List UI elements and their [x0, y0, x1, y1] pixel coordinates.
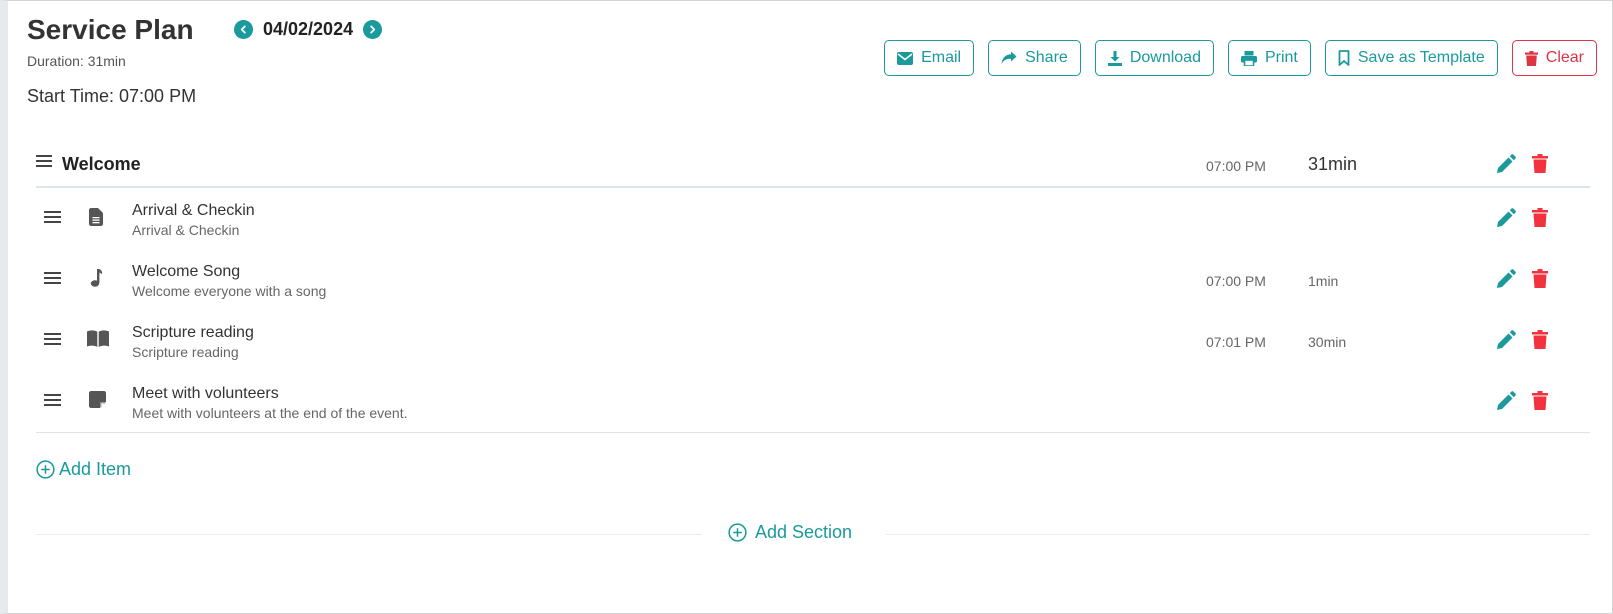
save-as-template-button[interactable]: Save as Template: [1324, 40, 1498, 76]
plan-section-list: Welcome 07:00 PM 31min Arrival & Checkin…: [36, 146, 1590, 433]
share-label: Share: [1025, 49, 1068, 66]
edit-item-pencil-icon[interactable]: [1496, 269, 1516, 294]
plus-circle-icon: [728, 523, 747, 542]
bookmark-icon: [1338, 50, 1350, 66]
add-section-row: Add Section: [36, 522, 1590, 546]
toolbar: Email Share Download Print Save as Templ…: [884, 40, 1597, 76]
delete-section-trash-icon[interactable]: [1532, 154, 1548, 178]
item-title: Meet with volunteers: [132, 385, 279, 402]
sticky-note-icon: [89, 391, 106, 413]
trash-icon: [1524, 50, 1538, 66]
list-item[interactable]: Welcome Song Welcome everyone with a son…: [36, 249, 1590, 310]
chevron-left-icon: [240, 25, 246, 34]
print-label: Print: [1264, 49, 1298, 66]
item-start-time: 07:01 PM: [1206, 334, 1266, 350]
add-section-label: Add Section: [755, 522, 853, 542]
edit-section-pencil-icon[interactable]: [1496, 154, 1516, 179]
drag-handle-icon[interactable]: [44, 332, 61, 351]
delete-item-trash-icon[interactable]: [1532, 269, 1548, 293]
delete-item-trash-icon[interactable]: [1532, 391, 1548, 415]
item-title: Arrival & Checkin: [132, 202, 255, 219]
divider: [886, 534, 1590, 535]
drag-handle-icon[interactable]: [44, 393, 61, 412]
plus-circle-icon: [36, 460, 55, 479]
book-icon: [87, 330, 109, 352]
list-item[interactable]: Arrival & Checkin Arrival & Checkin: [36, 188, 1590, 249]
item-description: Meet with volunteers at the end of the e…: [132, 405, 408, 421]
share-arrow-icon: [1001, 51, 1017, 64]
item-start-time: 07:00 PM: [1206, 273, 1266, 289]
chevron-right-icon: [370, 25, 376, 34]
next-date-button[interactable]: [363, 20, 383, 39]
edit-item-pencil-icon[interactable]: [1496, 391, 1516, 416]
item-description: Arrival & Checkin: [132, 222, 240, 238]
item-duration: 30min: [1308, 334, 1347, 350]
plan-start-time[interactable]: Start Time: 07:00 PM: [27, 86, 196, 107]
clear-label: Clear: [1545, 49, 1584, 66]
item-title: Scripture reading: [132, 324, 254, 341]
list-item[interactable]: Meet with volunteers Meet with volunteer…: [36, 371, 1590, 432]
section-title: Welcome: [62, 154, 141, 174]
add-section-button[interactable]: Add Section: [728, 522, 852, 543]
share-button[interactable]: Share: [988, 40, 1081, 76]
item-description: Scripture reading: [132, 344, 239, 360]
item-title: Welcome Song: [132, 263, 241, 280]
delete-item-trash-icon[interactable]: [1532, 330, 1548, 354]
item-description: Welcome everyone with a song: [132, 283, 327, 299]
music-note-icon: [89, 269, 103, 292]
date-navigator: 04/02/2024: [234, 19, 383, 40]
download-button[interactable]: Download: [1094, 40, 1214, 76]
edit-item-pencil-icon[interactable]: [1496, 330, 1516, 355]
previous-date-button[interactable]: [234, 20, 253, 39]
envelope-icon: [897, 51, 914, 65]
print-button[interactable]: Print: [1227, 40, 1311, 76]
section-header: Welcome 07:00 PM 31min: [36, 146, 1590, 188]
email-label: Email: [921, 49, 962, 66]
section-start-time: 07:00 PM: [1206, 158, 1266, 174]
download-label: Download: [1129, 49, 1201, 66]
drag-handle-icon[interactable]: [44, 210, 61, 229]
page-title: Service Plan: [27, 14, 194, 45]
item-duration: 1min: [1308, 273, 1339, 289]
edit-item-pencil-icon[interactable]: [1496, 208, 1516, 233]
list-item[interactable]: Scripture reading Scripture reading 07:0…: [36, 310, 1590, 371]
email-button[interactable]: Email: [884, 40, 975, 76]
save-as-template-label: Save as Template: [1357, 49, 1485, 66]
add-item-button[interactable]: Add Item: [36, 459, 131, 480]
add-item-label: Add Item: [59, 459, 132, 479]
section-items: Arrival & Checkin Arrival & Checkin Welc…: [36, 188, 1590, 433]
drag-handle-icon[interactable]: [44, 271, 61, 290]
download-icon: [1107, 50, 1122, 66]
divider: [36, 534, 702, 535]
delete-item-trash-icon[interactable]: [1532, 208, 1548, 232]
section-duration: 31min: [1308, 154, 1358, 174]
printer-icon: [1240, 50, 1257, 66]
document-icon: [89, 208, 103, 231]
plan-duration: Duration: 31min: [27, 53, 126, 69]
current-date: 04/02/2024: [263, 19, 354, 39]
clear-button[interactable]: Clear: [1511, 40, 1597, 76]
drag-handle-icon[interactable]: [36, 154, 52, 173]
